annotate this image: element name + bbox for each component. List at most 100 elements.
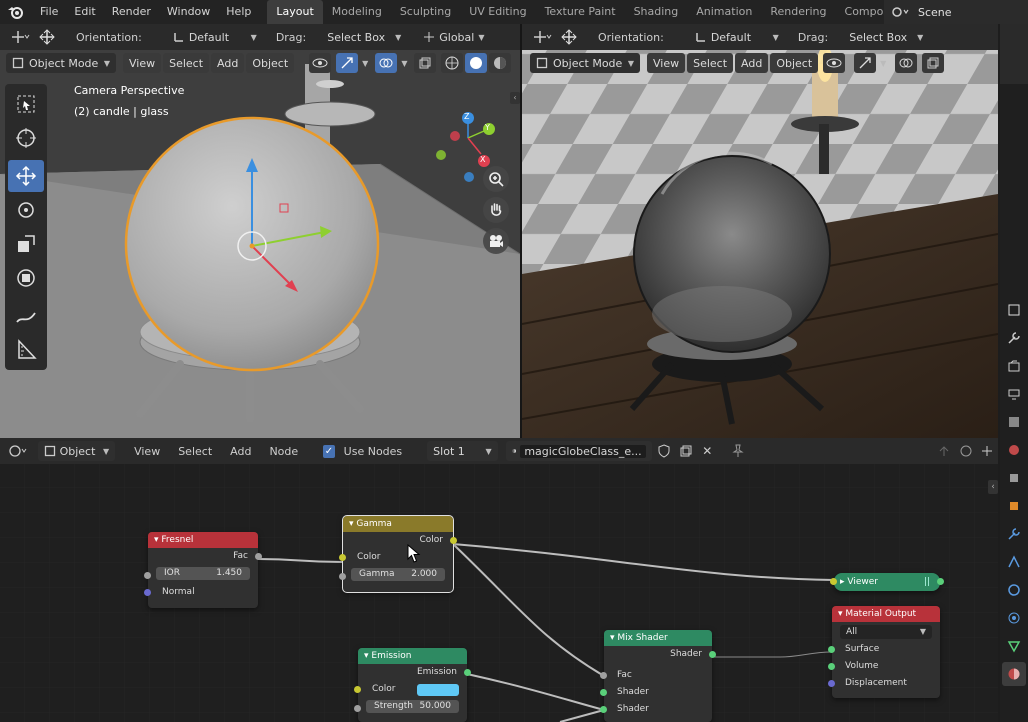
transform-orientation-dropdown[interactable]: Global ▼ — [417, 27, 497, 47]
overlays-toggle-icon[interactable] — [375, 53, 398, 73]
orientation-dropdown[interactable]: Default ▼ — [167, 27, 263, 47]
color-output-socket[interactable] — [450, 537, 457, 544]
zoom-icon[interactable] — [483, 166, 509, 192]
render-properties-icon[interactable] — [1002, 354, 1026, 378]
gizmo-axis-x[interactable]: X — [480, 155, 485, 164]
measure-tool-icon[interactable] — [8, 334, 44, 366]
world-properties-icon[interactable] — [1002, 438, 1026, 462]
gizmo-toggle-icon[interactable] — [854, 53, 877, 73]
close-icon[interactable]: ✕ — [698, 441, 717, 461]
xray-toggle-icon[interactable] — [922, 53, 945, 73]
ior-input-socket[interactable] — [144, 572, 151, 579]
color-input-socket[interactable] — [339, 554, 346, 561]
material-name[interactable]: magicGlobeClass_e... — [520, 444, 646, 458]
emission-node[interactable]: ▾ Emission Emission Color Strength 50.000 — [354, 648, 471, 722]
gizmo-axis-z[interactable]: Z — [464, 112, 469, 121]
drag-dropdown[interactable]: Select Box ▼ — [843, 27, 929, 47]
sidebar-collapse-arrow[interactable]: ‹ — [988, 480, 998, 494]
constraints-icon[interactable] — [1002, 606, 1026, 630]
chevron-down-icon[interactable]: ▼ — [362, 59, 368, 68]
material-output-node[interactable]: ▾ Material Output All ▼ Surface Volume D… — [828, 606, 940, 698]
mode-dropdown[interactable]: Object Mode ▼ — [530, 53, 640, 73]
viewport-right[interactable]: Orientation: Default ▼ Drag: Select Box … — [522, 24, 998, 438]
menu-select[interactable]: Select — [173, 445, 217, 458]
menu-add[interactable]: Add — [225, 445, 256, 458]
overlays-toggle-icon[interactable] — [895, 53, 918, 73]
shader-node-editor[interactable]: Object ▼ View Select Add Node ✓ Use Node… — [0, 438, 998, 722]
transform-tool-icon[interactable] — [8, 262, 44, 294]
snap-target-icon[interactable] — [978, 441, 997, 461]
output-properties-icon[interactable] — [1002, 382, 1026, 406]
menu-add[interactable]: Add — [211, 53, 245, 73]
scale-tool-icon[interactable] — [8, 228, 44, 260]
tab-layout[interactable]: Layout — [267, 0, 323, 24]
fake-user-shield-icon[interactable] — [655, 441, 674, 461]
menu-file[interactable]: File — [32, 0, 66, 24]
normal-input-socket[interactable] — [144, 589, 151, 596]
emission-header[interactable]: ▾ Emission — [358, 648, 467, 664]
shader-output-socket[interactable] — [709, 651, 716, 658]
annotate-tool-icon[interactable] — [8, 300, 44, 332]
viewer-output-socket[interactable] — [937, 578, 944, 585]
sidebar-collapse-arrow[interactable]: ‹ — [510, 92, 520, 104]
shader1-input-socket[interactable] — [600, 689, 607, 696]
surface-input-socket[interactable] — [828, 646, 835, 653]
visibility-eye-icon[interactable] — [309, 53, 332, 73]
menu-window[interactable]: Window — [159, 0, 218, 24]
viewer-input-socket[interactable] — [830, 578, 837, 585]
viewport-left[interactable]: Z Y X Orientation: Default ▼ Drag: Selec… — [0, 24, 520, 438]
menu-select[interactable]: Select — [687, 53, 734, 73]
particles-icon[interactable] — [1002, 550, 1026, 574]
menu-object[interactable]: Object — [246, 53, 295, 73]
material-properties-icon[interactable] — [1002, 662, 1026, 686]
gizmo-toggle-icon[interactable] — [336, 53, 359, 73]
chevron-down-icon[interactable]: ▼ — [401, 59, 407, 68]
transform-pivot-icon[interactable] — [528, 27, 556, 47]
parent-node-icon[interactable] — [935, 441, 954, 461]
material-output-header[interactable]: ▾ Material Output — [832, 606, 940, 622]
collection-icon[interactable] — [1002, 466, 1026, 490]
fresnel-node[interactable]: ▾ Fresnel Fac IOR 1.450 Normal — [144, 532, 262, 608]
menu-help[interactable]: Help — [218, 0, 259, 24]
orientation-dropdown[interactable]: Default ▼ — [689, 27, 785, 47]
wireframe-shading-icon[interactable] — [441, 53, 464, 73]
slot-dropdown[interactable]: Slot 1 ▼ — [427, 441, 498, 461]
view-layer-icon[interactable] — [1002, 410, 1026, 434]
menu-render[interactable]: Render — [104, 0, 159, 24]
gamma-node[interactable]: ▾ Gamma Color Color Gamma 2.000 — [339, 515, 457, 593]
chevron-down-icon[interactable]: ▼ — [880, 59, 886, 68]
menu-add[interactable]: Add — [735, 53, 769, 73]
emission-color-swatch[interactable] — [417, 683, 459, 696]
fac-input-socket[interactable] — [600, 672, 607, 679]
tool-properties-icon[interactable] — [1002, 298, 1026, 322]
tab-texture-paint[interactable]: Texture Paint — [536, 0, 625, 24]
rotate-tool-icon[interactable] — [8, 194, 44, 226]
object-properties-icon[interactable] — [1002, 494, 1026, 518]
shader2-input-socket[interactable] — [600, 706, 607, 713]
material-shading-icon[interactable] — [489, 53, 512, 73]
menu-select[interactable]: Select — [163, 53, 210, 73]
data-properties-icon[interactable] — [1002, 634, 1026, 658]
viewer-node-header[interactable]: ▸ Viewer || — [834, 573, 940, 591]
shader-type-dropdown[interactable]: Object ▼ — [37, 441, 116, 461]
menu-view[interactable]: View — [647, 53, 686, 73]
mix-shader-header[interactable]: ▾ Mix Shader — [604, 630, 712, 646]
gamma-input-socket[interactable] — [339, 573, 346, 580]
strength-field[interactable]: Strength 50.000 — [366, 700, 459, 713]
material-selector[interactable]: magicGlobeClass_e... — [505, 441, 652, 461]
tab-uv-editing[interactable]: UV Editing — [460, 0, 535, 24]
tab-rendering[interactable]: Rendering — [761, 0, 835, 24]
emission-color-socket[interactable] — [354, 686, 361, 693]
snap-icon[interactable] — [956, 441, 975, 461]
ior-field[interactable]: IOR 1.450 — [156, 567, 250, 580]
tab-sculpting[interactable]: Sculpting — [391, 0, 460, 24]
editor-type-icon[interactable] — [6, 441, 33, 461]
blender-logo-icon[interactable] — [0, 0, 32, 24]
xray-toggle-icon[interactable] — [414, 53, 437, 73]
select-box-tool-icon[interactable] — [8, 88, 44, 120]
fac-output-socket[interactable] — [255, 553, 262, 560]
pin-icon[interactable] — [728, 441, 747, 461]
tab-animation[interactable]: Animation — [687, 0, 761, 24]
modifier-wrench-icon[interactable] — [1002, 522, 1026, 546]
target-dropdown[interactable]: All ▼ — [840, 625, 932, 639]
